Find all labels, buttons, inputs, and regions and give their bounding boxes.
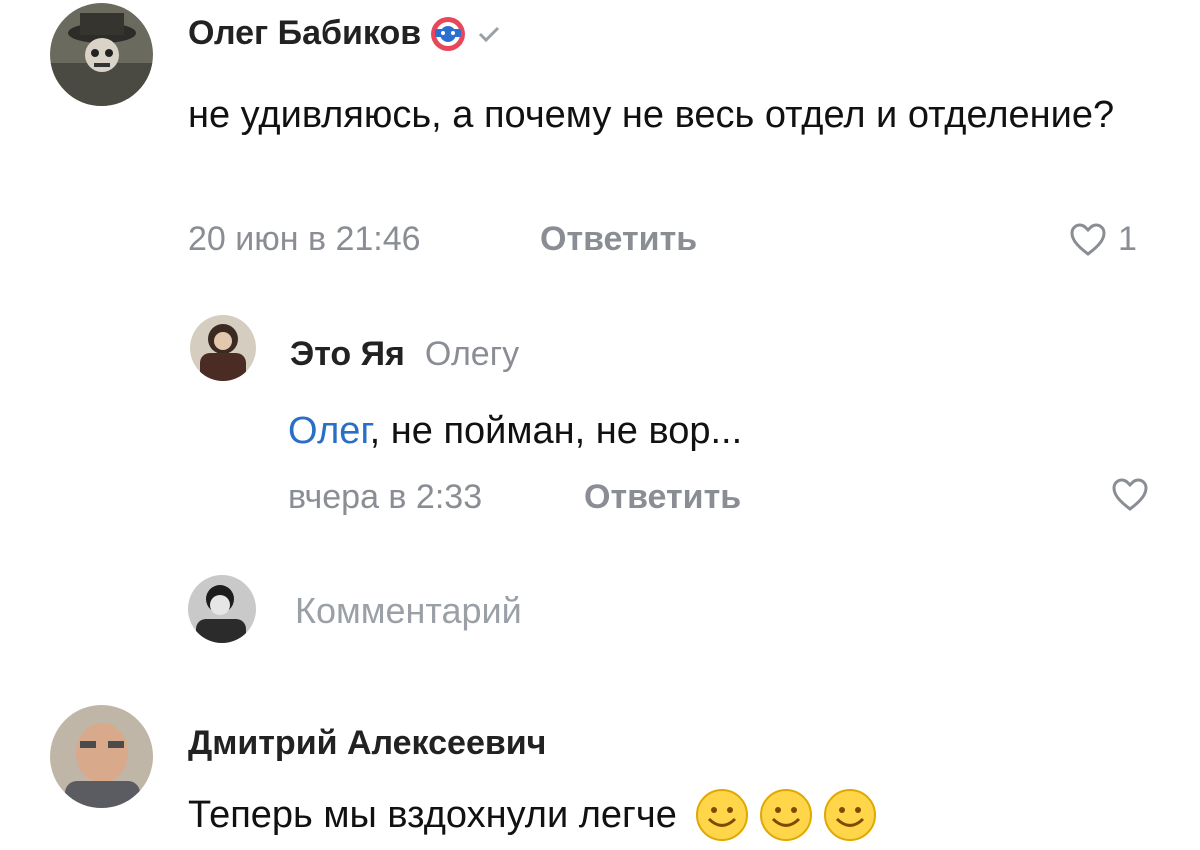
reply-button[interactable]: Ответить xyxy=(584,478,741,517)
comment-input[interactable]: Комментарий xyxy=(295,590,522,632)
reply-date: вчера в 2:33 xyxy=(288,478,483,516)
captain-shield-badge-icon xyxy=(429,15,467,53)
smile-emoji-icon xyxy=(695,788,749,842)
comment-text: не удивляюсь, а почему не весь отдел и о… xyxy=(188,94,1115,136)
smile-emoji-icon xyxy=(759,788,813,842)
comment-author[interactable]: Олег Бабиков xyxy=(188,14,421,53)
avatar-eto-yaya[interactable] xyxy=(190,315,256,381)
like-button[interactable] xyxy=(1112,478,1148,512)
heart-icon xyxy=(1070,222,1106,257)
reply-text: , не пойман, не вор... xyxy=(369,410,743,452)
heart-icon xyxy=(1112,478,1148,512)
reply-button[interactable]: Ответить xyxy=(540,220,697,259)
reply-to-label[interactable]: Олегу xyxy=(425,335,519,374)
avatar-oleg[interactable] xyxy=(50,3,153,106)
avatar-dmitriy[interactable] xyxy=(50,705,153,808)
comment-text: Теперь мы вздохнули легче xyxy=(188,794,677,836)
like-count: 1 xyxy=(1118,220,1137,258)
reply-author[interactable]: Это Яя xyxy=(290,335,405,374)
mention-link[interactable]: Олег xyxy=(288,410,370,452)
comment-date: 20 июн в 21:46 xyxy=(188,220,421,258)
checkmark-icon xyxy=(475,20,503,48)
avatar-current-user xyxy=(188,575,256,643)
like-button[interactable]: 1 xyxy=(1070,220,1137,259)
comment-author[interactable]: Дмитрий Алексеевич xyxy=(188,724,546,763)
smile-emoji-icon xyxy=(823,788,877,842)
